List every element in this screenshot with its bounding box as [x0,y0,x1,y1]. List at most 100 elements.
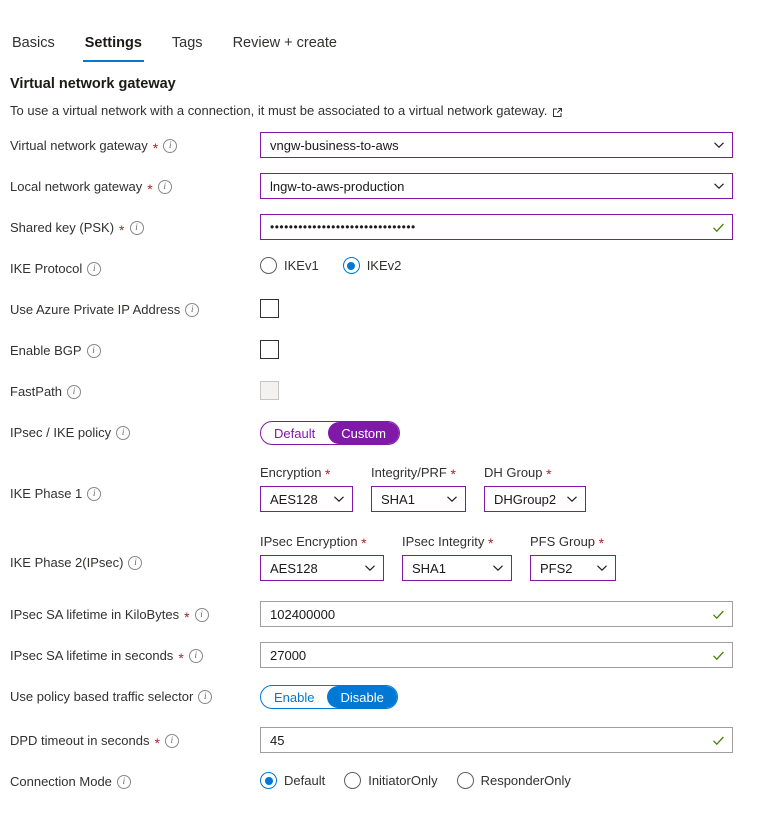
info-icon[interactable]: i [116,774,131,789]
fastpath-checkbox [260,381,279,400]
label-sa-lifetime-kb: IPsec SA lifetime in KiloBytes * i [10,601,260,625]
dh-group-dropdown[interactable]: DHGroup2 [484,486,586,512]
vnet-gateway-dropdown[interactable]: vngw-business-to-aws [260,132,733,158]
label-text: FastPath [10,384,63,399]
label-ipsec-ike-policy: IPsec / IKE policy i [10,419,260,441]
ipsec-ike-policy-toggle[interactable]: Default Custom [260,421,400,445]
row-traffic-selector: Use policy based traffic selector i Enab… [0,683,763,727]
tab-settings[interactable]: Settings [82,34,145,62]
ipsec-encryption-dropdown[interactable]: AES128 [260,555,384,581]
traffic-selector-option-enable[interactable]: Enable [261,686,327,708]
label-shared-key: Shared key (PSK) * i [10,214,260,237]
sa-lifetime-sec-input[interactable]: 27000 [260,642,733,668]
row-enable-bgp: Enable BGP i [0,337,763,378]
info-icon[interactable]: i [87,486,102,501]
subfield-pfs-group: PFS Group * PFS2 [530,533,616,581]
pfs-group-dropdown[interactable]: PFS2 [530,555,616,581]
dh-group-value: DHGroup2 [494,491,557,507]
tab-label: Settings [84,35,142,51]
sublabel-integrity-prf: Integrity/PRF * [371,464,466,482]
radio-circle-icon [260,257,277,274]
info-icon[interactable]: i [129,220,144,235]
ike-phase-1-fields: Encryption * AES128 Integrity/PRF * SHA1… [260,464,586,512]
required-marker: * [154,734,160,751]
sublabel-text: IPsec Encryption [260,534,358,549]
row-shared-key: Shared key (PSK) * i •••••••••••••••••••… [0,214,763,255]
ipsec-integrity-dropdown[interactable]: SHA1 [402,555,512,581]
info-icon[interactable]: i [164,733,179,748]
required-marker: * [488,535,494,551]
radio-responder-only[interactable]: ResponderOnly [456,772,571,789]
radio-circle-selected-icon [342,257,360,274]
sublabel-text: Integrity/PRF [371,465,447,480]
label-ike-protocol: IKE Protocol i [10,255,260,277]
local-gateway-dropdown[interactable]: lngw-to-aws-production [260,173,733,199]
info-icon[interactable]: i [163,138,178,153]
sublabel-ipsec-encryption: IPsec Encryption * [260,533,384,551]
label-text: Enable BGP [10,343,82,358]
subfield-ipsec-integrity: IPsec Integrity * SHA1 [402,533,512,581]
row-ike-phase-1: IKE Phase 1 i Encryption * AES128 Integr… [0,463,763,532]
info-icon[interactable]: i [194,607,209,622]
policy-option-custom[interactable]: Custom [328,422,399,444]
label-text: IKE Protocol [10,261,83,276]
required-marker: * [450,466,456,482]
required-marker: * [178,649,184,666]
encryption-dropdown[interactable]: AES128 [260,486,353,512]
tab-basics[interactable]: Basics [10,34,57,62]
info-icon[interactable]: i [185,302,200,317]
row-ike-phase-2: IKE Phase 2(IPsec) i IPsec Encryption * … [0,532,763,601]
label-connection-mode: Connection Mode i [10,768,260,790]
dpd-timeout-input[interactable]: 45 [260,727,733,753]
traffic-selector-toggle[interactable]: Enable Disable [260,685,398,709]
sublabel-text: Encryption [260,465,322,480]
required-marker: * [152,139,159,156]
private-ip-checkbox[interactable] [260,299,279,318]
required-marker: * [184,608,190,625]
tab-label: Review + create [232,35,337,51]
label-text: Use policy based traffic selector [10,689,194,704]
info-icon[interactable]: i [116,425,131,440]
label-text: Local network gateway [10,179,143,194]
radio-initiator-only[interactable]: InitiatorOnly [344,772,438,789]
tab-label: Basics [12,35,55,51]
settings-form: Virtual network gateway * i vngw-busines… [0,132,763,809]
info-icon[interactable]: i [157,179,172,194]
row-connection-mode: Connection Mode i Default InitiatorOnly … [0,768,763,809]
info-icon[interactable]: i [67,384,82,399]
sublabel-text: PFS Group [530,534,596,549]
label-text: Shared key (PSK) [10,220,115,235]
enable-bgp-checkbox[interactable] [260,340,279,359]
row-local-gateway: Local network gateway * i lngw-to-aws-pr… [0,173,763,214]
ipsec-encryption-value: AES128 [270,560,318,576]
subfield-dh-group: DH Group * DHGroup2 [484,464,586,512]
label-text: Use Azure Private IP Address [10,302,181,317]
chevron-down-icon [364,562,376,574]
integrity-prf-dropdown[interactable]: SHA1 [371,486,466,512]
radio-circle-selected-icon [260,772,277,789]
sa-lifetime-kb-input[interactable]: 102400000 [260,601,733,627]
traffic-selector-option-disable[interactable]: Disable [327,686,397,708]
info-icon[interactable]: i [87,261,102,276]
radio-ikev2[interactable]: IKEv2 [342,257,401,274]
info-icon[interactable]: i [86,343,101,358]
label-enable-bgp: Enable BGP i [10,337,260,359]
tab-review-create[interactable]: Review + create [231,34,339,62]
radio-label: ResponderOnly [480,773,571,788]
encryption-value: AES128 [270,491,318,507]
section-title: Virtual network gateway [10,76,176,92]
info-icon[interactable]: i [198,689,213,704]
tab-tags[interactable]: Tags [170,34,205,62]
info-icon[interactable]: i [188,648,203,663]
radio-ikev1[interactable]: IKEv1 [260,257,319,274]
radio-default[interactable]: Default [260,772,325,789]
label-dpd-timeout: DPD timeout in seconds * i [10,727,260,751]
section-description: To use a virtual network with a connecti… [10,103,763,118]
sublabel-text: IPsec Integrity [402,534,485,549]
vnet-gateway-value: vngw-business-to-aws [270,137,399,153]
info-icon[interactable]: i [128,555,143,570]
policy-option-default[interactable]: Default [261,422,328,444]
external-link-icon[interactable] [552,106,563,117]
shared-key-input[interactable]: ••••••••••••••••••••••••••••••• [260,214,733,240]
label-traffic-selector: Use policy based traffic selector i [10,683,260,705]
